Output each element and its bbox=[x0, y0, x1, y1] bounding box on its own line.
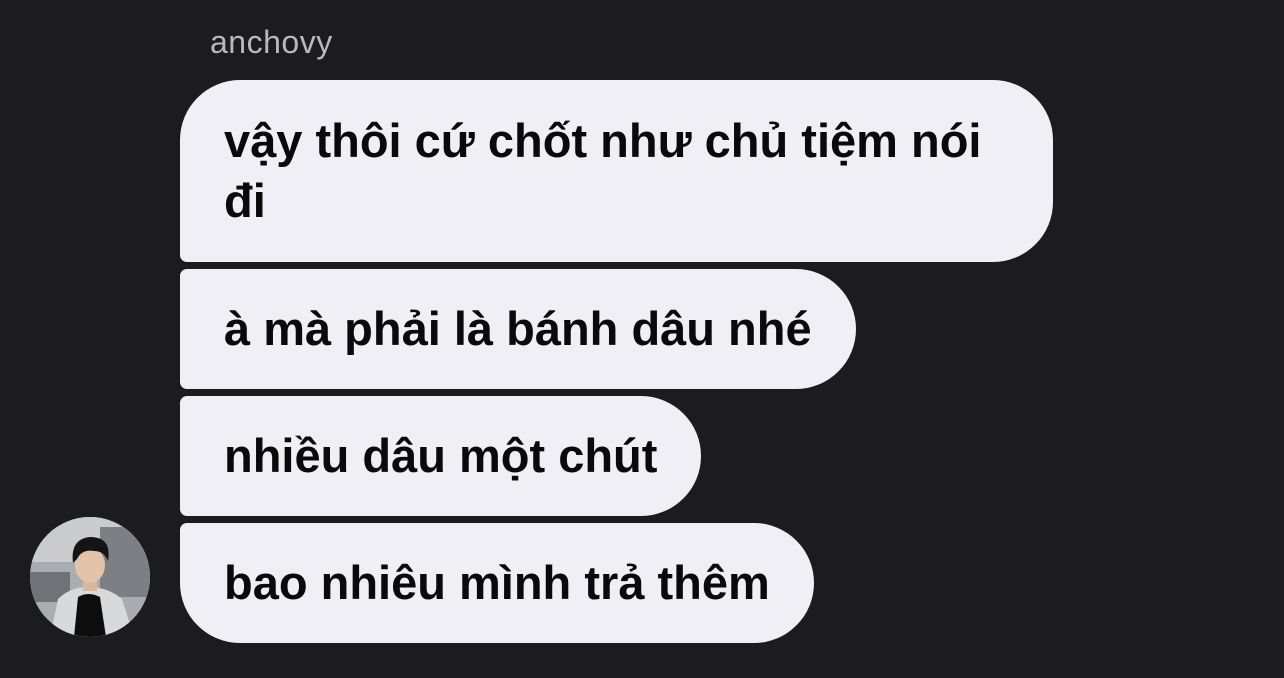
sender-name: anchovy bbox=[210, 24, 333, 60]
message-bubble[interactable]: vậy thôi cứ chốt như chủ tiệm nói đi bbox=[180, 80, 1053, 262]
chat-thread: anchovy vậy thôi cứ chốt như chủ tiệm nó… bbox=[0, 0, 1284, 678]
sender-avatar[interactable] bbox=[30, 517, 150, 637]
message-bubble[interactable]: bao nhiêu mình trả thêm bbox=[180, 523, 814, 643]
avatar-photo-icon bbox=[30, 517, 150, 637]
message-group: vậy thôi cứ chốt như chủ tiệm nói đi à m… bbox=[180, 80, 1053, 643]
message-bubble[interactable]: nhiều dâu một chút bbox=[180, 396, 702, 516]
message-bubble[interactable]: à mà phải là bánh dâu nhé bbox=[180, 269, 856, 389]
